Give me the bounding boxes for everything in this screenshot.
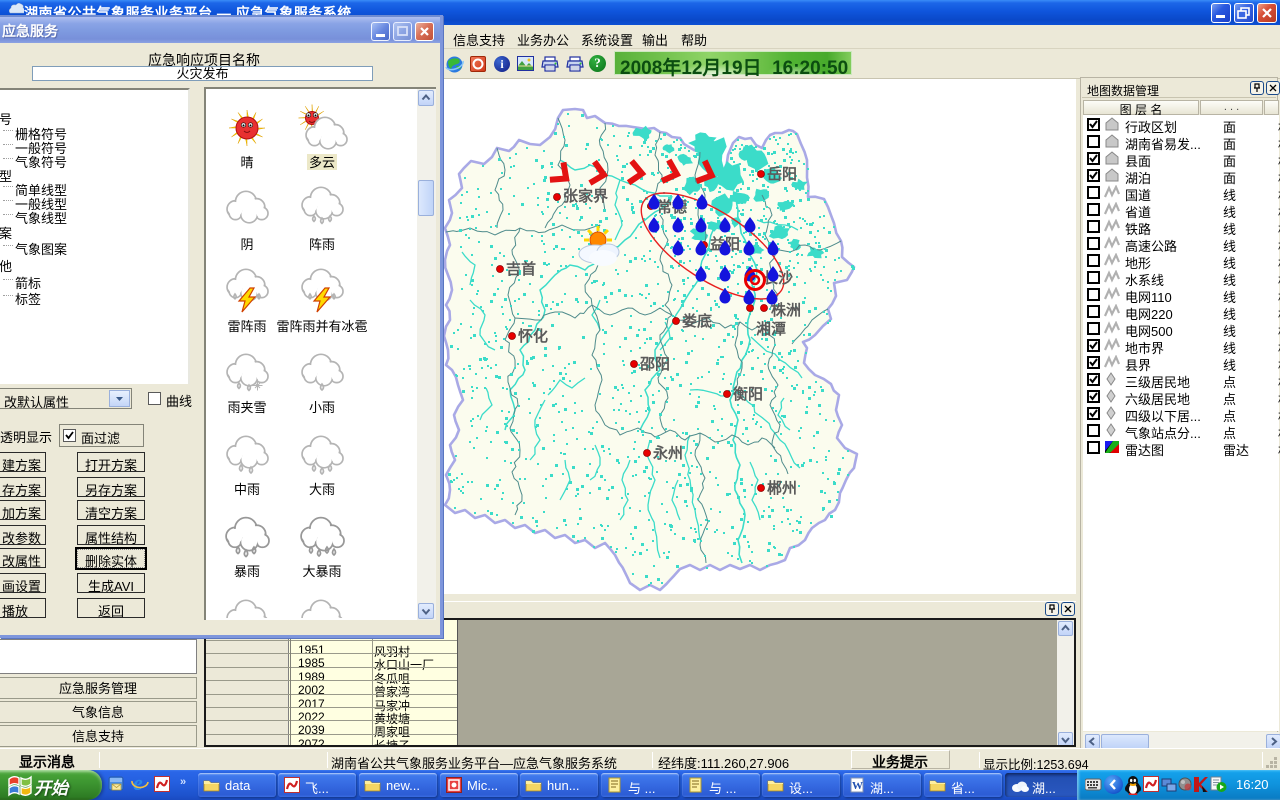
svg-text:衡阳: 衡阳 — [733, 385, 763, 403]
svg-text:晴: 晴 — [240, 155, 253, 170]
svg-text:中雨: 中雨 — [234, 482, 260, 497]
svg-text:娄底: 娄底 — [682, 312, 712, 330]
svg-text:怀化: 怀化 — [518, 327, 548, 345]
svg-text:W: W — [852, 780, 863, 792]
svg-text:雨夹雪: 雨夹雪 — [227, 400, 266, 415]
svg-text:雷阵雨: 雷阵雨 — [227, 319, 266, 334]
svg-text:永州: 永州 — [652, 444, 683, 462]
svg-text:吉首: 吉首 — [506, 260, 536, 278]
svg-text:岳阳: 岳阳 — [767, 165, 797, 183]
svg-text:大雨: 大雨 — [309, 482, 335, 497]
svg-text:张家界: 张家界 — [563, 187, 608, 205]
svg-text:雷阵雨并有冰雹: 雷阵雨并有冰雹 — [276, 319, 367, 334]
svg-text:多云: 多云 — [309, 155, 335, 170]
svg-text:邵阳: 邵阳 — [639, 356, 670, 373]
svg-text:阵雨: 阵雨 — [309, 237, 335, 252]
svg-text:株洲: 株洲 — [771, 301, 801, 319]
svg-text:湘潭: 湘潭 — [756, 320, 786, 338]
svg-text:暴雨: 暴雨 — [234, 564, 260, 579]
svg-text:阴: 阴 — [240, 237, 253, 252]
svg-text:小雨: 小雨 — [309, 400, 335, 415]
svg-text:郴州: 郴州 — [767, 479, 797, 497]
svg-text:大暴雨: 大暴雨 — [302, 564, 341, 579]
